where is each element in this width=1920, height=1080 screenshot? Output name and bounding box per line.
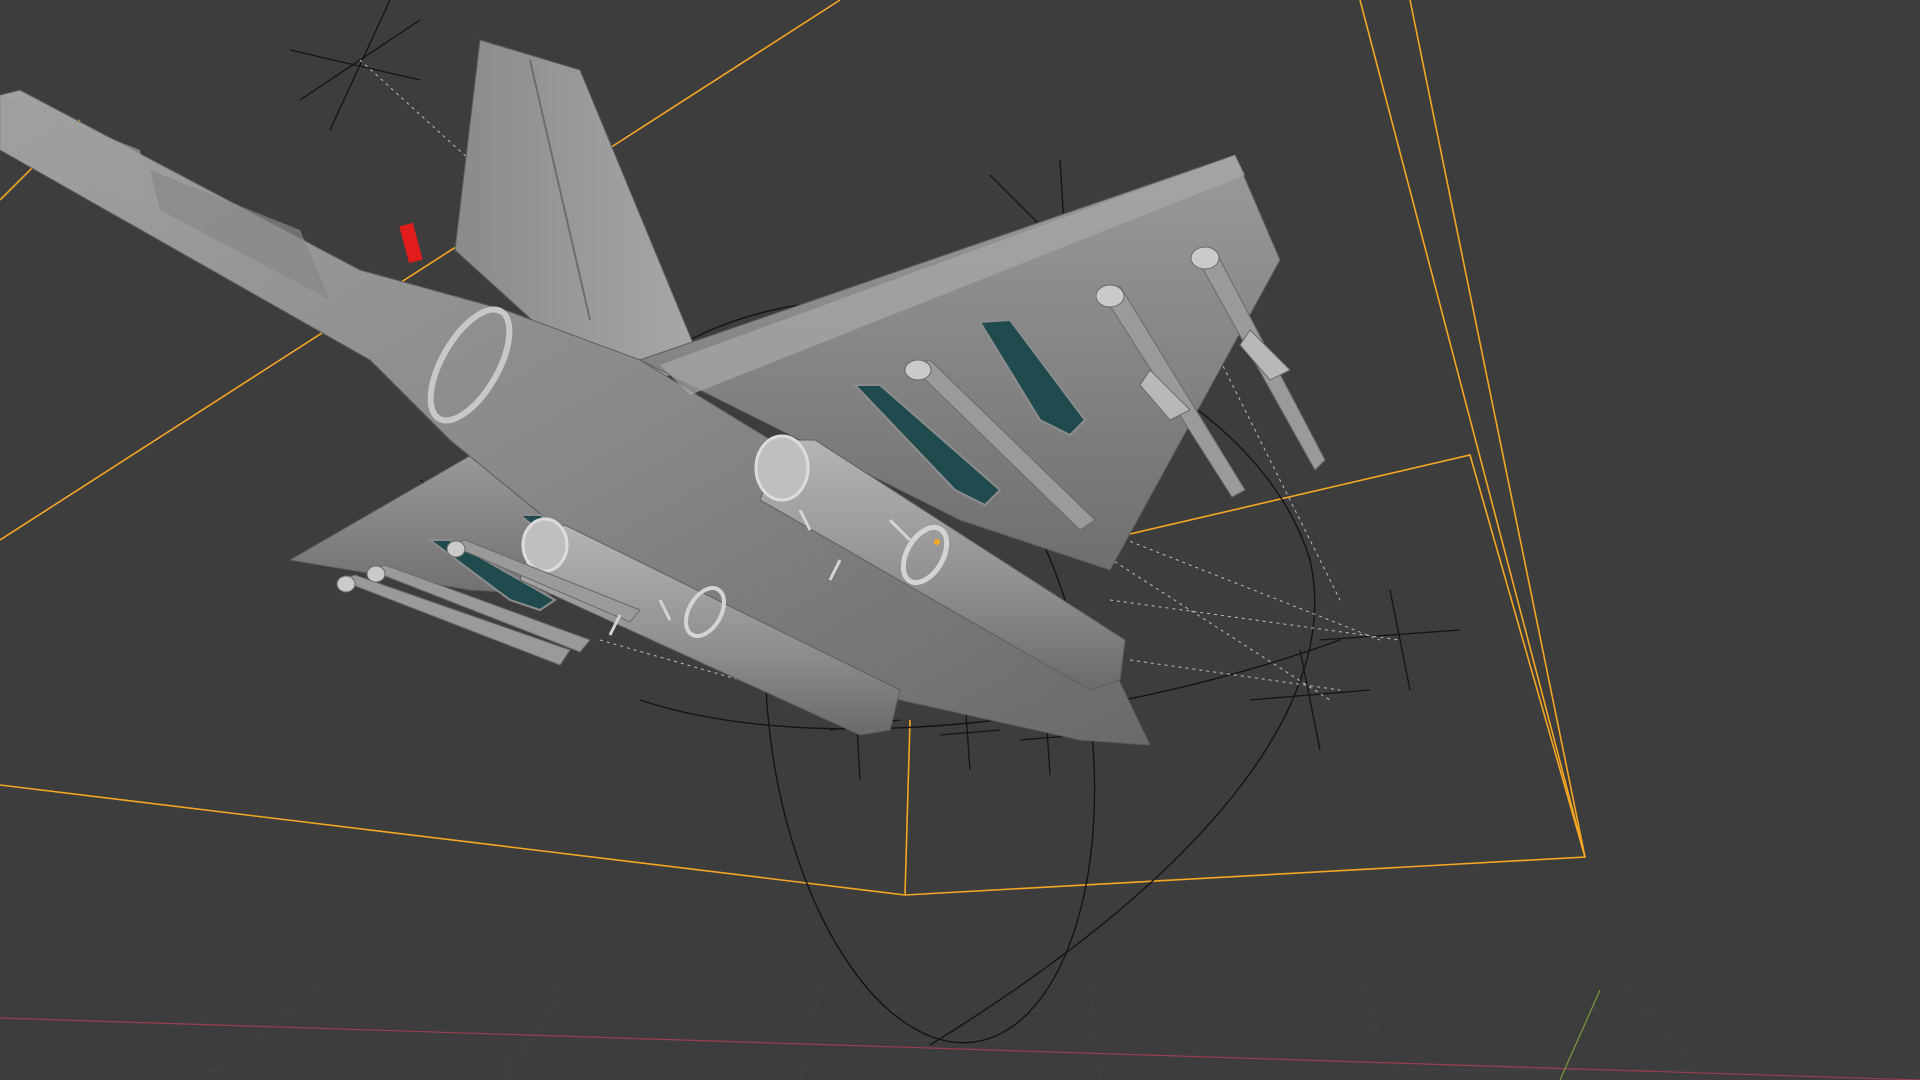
viewport-scene[interactable] [0, 0, 1920, 1080]
nav-light [399, 222, 423, 264]
3d-viewport[interactable] [0, 0, 1920, 1080]
origin-point[interactable] [934, 539, 940, 545]
floor-grid [0, 989, 1920, 1080]
x-axis-line [0, 1017, 1920, 1080]
y-axis-line [1559, 989, 1601, 1080]
